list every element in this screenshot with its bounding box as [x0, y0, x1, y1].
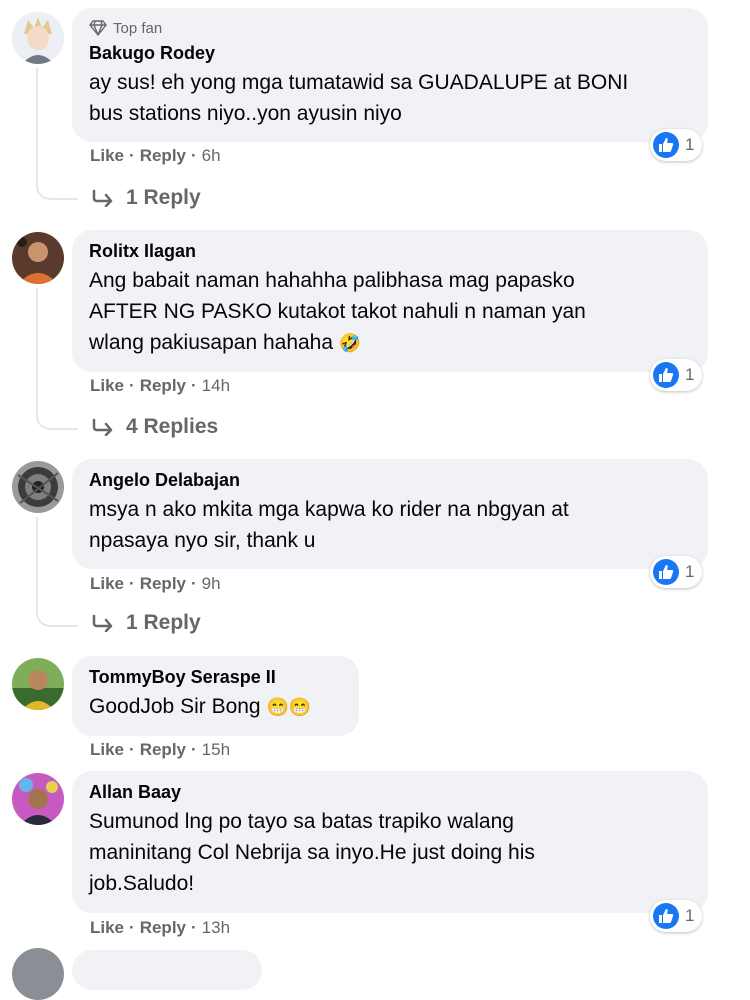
diamond-icon: [89, 20, 107, 36]
comment-line: wlang pakiusapan hahaha 🤣: [89, 327, 692, 359]
replies-label: 1 Reply: [126, 611, 201, 634]
timestamp[interactable]: 14h: [202, 376, 230, 396]
avatar[interactable]: [12, 658, 64, 710]
comment-bubble: Allan Baay Sumunod lng po tayo sa batas …: [72, 771, 708, 913]
comment-bubble: TommyBoy Seraspe II GoodJob Sir Bong 😁😁: [72, 656, 359, 736]
like-button[interactable]: Like: [90, 376, 124, 396]
comment-bubble: Rolitx Ilagan Ang babait naman hahahha p…: [72, 230, 708, 372]
view-replies-button[interactable]: 1 Reply: [92, 186, 201, 210]
badge-label: Top fan: [113, 19, 163, 37]
separator: ·: [129, 146, 135, 165]
comment-author[interactable]: Rolitx Ilagan: [89, 239, 692, 263]
like-reaction-icon: [653, 362, 679, 388]
like-reaction-icon: [653, 559, 679, 585]
comment-actions: Like · Reply · 14h: [90, 376, 230, 396]
avatar[interactable]: [12, 948, 64, 1000]
view-replies-button[interactable]: 1 Reply: [92, 611, 201, 635]
comment-line: Ang babait naman hahahha palibhasa mag p…: [89, 269, 575, 292]
reply-button[interactable]: Reply: [140, 740, 186, 760]
comment-bubble: Angelo Delabajan msya n ako mkita mga ka…: [72, 459, 708, 569]
laughing-emoji: 🤣: [338, 333, 362, 353]
reaction-number: 1: [685, 365, 695, 384]
comment-line: ay sus! eh yong mga tumatawid sa GUADALU…: [89, 71, 629, 94]
comment-line: bus stations niyo..yon ayusin niyo: [89, 102, 402, 125]
timestamp[interactable]: 15h: [202, 740, 230, 760]
comment-actions: Like · Reply · 6h: [90, 146, 221, 166]
timestamp[interactable]: 6h: [202, 146, 221, 166]
comment-text: msya n ako mkita mga kapwa ko rider na n…: [89, 494, 692, 556]
like-reaction-icon: [653, 132, 679, 158]
top-fan-badge: Top fan: [89, 17, 692, 39]
like-button[interactable]: Like: [90, 574, 124, 594]
comment-bubble: Top fan Bakugo Rodey ay sus! eh yong mga…: [72, 8, 708, 142]
reply-arrow-icon: [92, 189, 113, 207]
comment-author[interactable]: Allan Baay: [89, 780, 692, 804]
reaction-count[interactable]: 1: [650, 900, 703, 932]
separator: ·: [129, 376, 135, 395]
comment-line: maninitang Col Nebrija sa inyo.He just d…: [89, 841, 535, 864]
comment-line: AFTER NG PASKO kutakot takot nahuli n na…: [89, 300, 586, 323]
grinning-emoji: 😁😁: [266, 697, 312, 717]
separator: ·: [129, 574, 135, 593]
separator: ·: [191, 376, 197, 395]
comment-line: GoodJob Sir Bong: [89, 695, 261, 718]
comment-text: ay sus! eh yong mga tumatawid sa GUADALU…: [89, 67, 692, 129]
avatar[interactable]: [12, 461, 64, 513]
comment-author[interactable]: Angelo Delabajan: [89, 468, 692, 492]
comment-bubble: [72, 950, 262, 990]
reaction-number: 1: [685, 562, 695, 581]
reply-button[interactable]: Reply: [140, 376, 186, 396]
comment-line: msya n ako mkita mga kapwa ko rider na n…: [89, 498, 569, 521]
comment-actions: Like · Reply · 15h: [90, 740, 230, 760]
reaction-number: 1: [685, 906, 695, 925]
comment-actions: Like · Reply · 13h: [90, 918, 230, 938]
like-button[interactable]: Like: [90, 740, 124, 760]
view-replies-button[interactable]: 4 Replies: [92, 415, 218, 439]
reply-arrow-icon: [92, 614, 113, 632]
comment-line-text: wlang pakiusapan hahaha: [89, 331, 334, 354]
reaction-count[interactable]: 1: [650, 359, 703, 391]
reply-arrow-icon: [92, 418, 113, 436]
like-reaction-icon: [653, 903, 679, 929]
comment-author[interactable]: Bakugo Rodey: [89, 41, 692, 65]
separator: ·: [191, 918, 197, 937]
timestamp[interactable]: 13h: [202, 918, 230, 938]
separator: ·: [129, 740, 135, 759]
reply-button[interactable]: Reply: [140, 918, 186, 938]
separator: ·: [191, 740, 197, 759]
avatar[interactable]: [12, 232, 64, 284]
separator: ·: [191, 146, 197, 165]
reaction-count[interactable]: 1: [650, 556, 703, 588]
reply-button[interactable]: Reply: [140, 574, 186, 594]
avatar[interactable]: [12, 12, 64, 64]
comment-line: job.Saludo!: [89, 872, 195, 895]
comment-text: Ang babait naman hahahha palibhasa mag p…: [89, 265, 692, 359]
comment-line: npasaya nyo sir, thank u: [89, 529, 316, 552]
comment-text: Sumunod lng po tayo sa batas trapiko wal…: [89, 806, 692, 899]
comment-line: Sumunod lng po tayo sa batas trapiko wal…: [89, 810, 514, 833]
reaction-count[interactable]: 1: [650, 129, 703, 161]
timestamp[interactable]: 9h: [202, 574, 221, 594]
avatar[interactable]: [12, 773, 64, 825]
separator: ·: [191, 574, 197, 593]
replies-label: 4 Replies: [126, 415, 219, 438]
reaction-number: 1: [685, 135, 695, 154]
comment-actions: Like · Reply · 9h: [90, 574, 221, 594]
comment-author[interactable]: TommyBoy Seraspe II: [89, 665, 343, 689]
replies-label: 1 Reply: [126, 186, 201, 209]
like-button[interactable]: Like: [90, 918, 124, 938]
reply-button[interactable]: Reply: [140, 146, 186, 166]
like-button[interactable]: Like: [90, 146, 124, 166]
separator: ·: [129, 918, 135, 937]
comment-text: GoodJob Sir Bong 😁😁: [89, 691, 343, 723]
